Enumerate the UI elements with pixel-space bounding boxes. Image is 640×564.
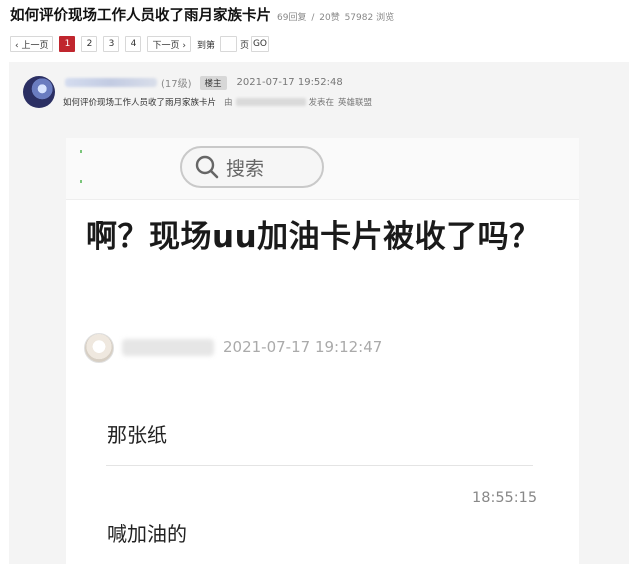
view-count: 57982 浏览 <box>344 13 395 23</box>
image-message-time: 18:55:15 <box>472 490 538 506</box>
forum-link[interactable]: 英雄联盟 <box>338 96 372 108</box>
post-card: (17级) 楼主 2021-07-17 19:52:48 如何评价现场工作人员收… <box>9 62 629 564</box>
image-search-label: 搜索 <box>226 157 265 180</box>
next-page-button[interactable]: 下一页 › <box>147 36 191 52</box>
go-button[interactable]: GO <box>250 36 269 52</box>
post-image: 搜索 啊？现场uu加油卡片被收了吗？ 2021-07-17 19:12:47 那… <box>66 138 579 564</box>
search-icon <box>194 154 220 180</box>
by-label: 由 <box>224 98 233 108</box>
thread-header: 如何评价现场工作人员收了雨月家族卡片 69回复 / 20赞 57982 浏览 <box>10 4 630 26</box>
image-author-blurred <box>122 339 214 356</box>
page-button-2[interactable]: 2 <box>81 36 98 52</box>
post-meta-row: 如何评价现场工作人员收了雨月家族卡片 由 发表在 英雄联盟 <box>63 96 372 108</box>
goto-page-input[interactable] <box>219 36 237 52</box>
page-button-1[interactable]: 1 <box>59 36 76 52</box>
stats-separator: / <box>311 13 315 23</box>
post-time: 2021-07-17 19:52:48 <box>236 77 343 88</box>
avatar[interactable] <box>23 76 55 108</box>
decor-speck <box>80 150 82 153</box>
image-divider <box>106 465 533 466</box>
goto-prefix-label: 到第 <box>196 40 215 51</box>
image-article-title: 啊？现场uu加油卡片被收了吗？ <box>86 219 541 255</box>
post-author-row: (17级) 楼主 2021-07-17 19:52:48 <box>65 75 343 90</box>
like-count: 20赞 <box>319 13 340 23</box>
decor-speck <box>80 180 82 183</box>
image-search-box: 搜索 <box>180 146 324 188</box>
thread-stats: 69回复 / 20赞 57982 浏览 <box>277 10 396 23</box>
prev-page-button[interactable]: ‹ 上一页 <box>10 36 54 52</box>
posted-in-label: 发表在 <box>308 98 335 108</box>
goto-suffix-label: 页 <box>239 40 249 51</box>
poster-blurred <box>235 98 306 106</box>
image-author-avatar <box>84 333 114 363</box>
image-message-2: 喊加油的 <box>107 522 187 546</box>
thread-title: 如何评价现场工作人员收了雨月家族卡片 <box>10 8 271 24</box>
pagination: ‹ 上一页 1 2 3 4 下一页 › 到第 页 GO <box>10 36 275 52</box>
username-blurred[interactable] <box>65 78 157 87</box>
user-level: (17级) <box>161 79 192 90</box>
op-badge: 楼主 <box>199 75 227 90</box>
image-article-date: 2021-07-17 19:12:47 <box>223 338 383 356</box>
reply-count: 69回复 <box>277 13 307 23</box>
page-button-4[interactable]: 4 <box>125 36 142 52</box>
post-subject[interactable]: 如何评价现场工作人员收了雨月家族卡片 <box>63 96 216 108</box>
page-button-3[interactable]: 3 <box>103 36 120 52</box>
image-message-1: 那张纸 <box>107 423 167 447</box>
image-search-bar-area: 搜索 <box>66 138 579 200</box>
